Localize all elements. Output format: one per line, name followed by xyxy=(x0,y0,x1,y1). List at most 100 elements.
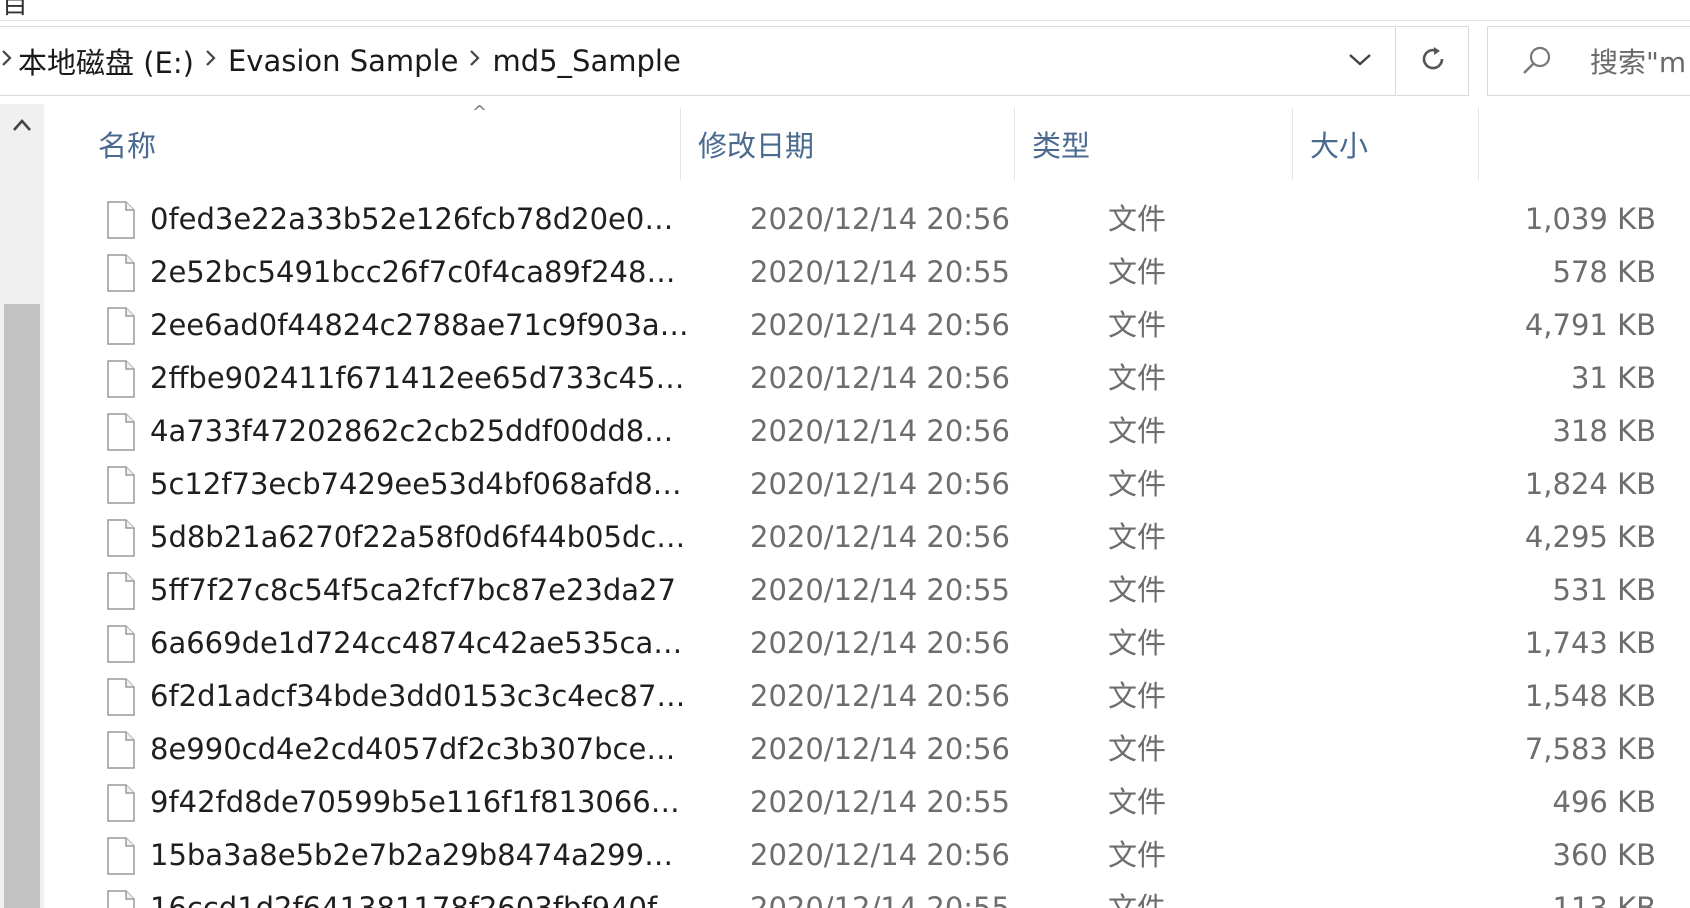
file-modified-date: 2020/12/14 20:56 xyxy=(750,414,1010,448)
file-modified-date: 2020/12/14 20:56 xyxy=(750,520,1010,554)
file-modified-date: 2020/12/14 20:56 xyxy=(750,308,1010,342)
file-modified-date: 2020/12/14 20:56 xyxy=(750,626,1010,660)
column-header-date-label: 修改日期 xyxy=(698,129,815,163)
file-modified-date: 2020/12/14 20:56 xyxy=(750,679,1010,713)
column-header-type-label: 类型 xyxy=(1032,129,1091,163)
file-row[interactable]: 8e990cd4e2cd4057df2c3b307bce489a 2020/12/… xyxy=(80,723,1656,776)
file-icon xyxy=(106,201,136,239)
search-input[interactable]: 搜索"m xyxy=(1487,26,1690,96)
file-modified-date: 2020/12/14 20:55 xyxy=(750,573,1010,607)
column-header-date[interactable]: 修改日期 xyxy=(680,108,1014,180)
file-type: 文件 xyxy=(1108,202,1167,236)
file-row[interactable]: 4a733f47202862c2cb25ddf00dd89513 2020/12/… xyxy=(80,405,1656,458)
file-size: 1,824 KB xyxy=(1524,467,1656,501)
file-size: 1,548 KB xyxy=(1524,679,1656,713)
file-modified-date: 2020/12/14 20:56 xyxy=(750,361,1010,395)
column-divider[interactable] xyxy=(1478,108,1479,180)
file-type: 文件 xyxy=(1108,308,1167,342)
file-row[interactable]: 2e52bc5491bcc26f7c0f4ca89f248c1e 2020/12/… xyxy=(80,246,1656,299)
file-size: 318 KB xyxy=(1552,414,1656,448)
file-row[interactable]: 5d8b21a6270f22a58f0d6f44b05dc7b4 2020/12/… xyxy=(80,511,1656,564)
file-name[interactable]: 2ee6ad0f44824c2788ae71c9f903aeee xyxy=(150,299,690,352)
file-row[interactable]: 2ffbe902411f671412ee65d733c456d1 2020/12/… xyxy=(80,352,1656,405)
refresh-icon xyxy=(1418,44,1448,78)
file-row[interactable]: 5c12f73ecb7429ee53d4bf068afd883d 2020/12/… xyxy=(80,458,1656,511)
file-size: 4,295 KB xyxy=(1524,520,1656,554)
file-name[interactable]: 4a733f47202862c2cb25ddf00dd89513 xyxy=(150,405,690,458)
title-fragment: 目 xyxy=(2,0,29,20)
file-row[interactable]: 6f2d1adcf34bde3dd0153c3c4ec87e0f 2020/12/… xyxy=(80,670,1656,723)
file-icon xyxy=(106,519,136,557)
file-row[interactable]: 6a669de1d724cc4874c42ae535ca892d 2020/12/… xyxy=(80,617,1656,670)
breadcrumb-item-drive[interactable]: 本地磁盘 (E:) xyxy=(14,40,198,82)
file-type: 文件 xyxy=(1108,626,1167,660)
breadcrumb-item-md5-sample[interactable]: md5_Sample xyxy=(488,44,684,78)
file-name[interactable]: 5c12f73ecb7429ee53d4bf068afd883d xyxy=(150,458,690,511)
address-dropdown-button[interactable] xyxy=(1325,27,1395,95)
file-icon xyxy=(106,625,136,663)
search-icon xyxy=(1520,44,1560,78)
file-type: 文件 xyxy=(1108,679,1167,713)
file-name[interactable]: 6a669de1d724cc4874c42ae535ca892d xyxy=(150,617,690,670)
file-size: 578 KB xyxy=(1552,255,1656,289)
file-type: 文件 xyxy=(1108,255,1167,289)
file-row[interactable]: 15ba3a8e5b2e7b2a29b8474a299352... 2020/12… xyxy=(80,829,1656,882)
file-size: 531 KB xyxy=(1552,573,1656,607)
file-modified-date: 2020/12/14 20:56 xyxy=(750,467,1010,501)
file-type: 文件 xyxy=(1108,838,1167,872)
file-name[interactable]: 2e52bc5491bcc26f7c0f4ca89f248c1e xyxy=(150,246,690,299)
file-type: 文件 xyxy=(1108,891,1167,908)
file-row[interactable]: 9f42fd8de70599b5e116f1f813066ee6 2020/12/… xyxy=(80,776,1656,829)
chevron-right-icon[interactable] xyxy=(198,48,224,74)
file-name[interactable]: 5d8b21a6270f22a58f0d6f44b05dc7b4 xyxy=(150,511,690,564)
file-row[interactable]: 0fed3e22a33b52e126fcb78d20e0bde3 2020/12/… xyxy=(80,193,1656,246)
sort-ascending-icon: ^ xyxy=(472,102,488,123)
file-type: 文件 xyxy=(1108,520,1167,554)
file-name[interactable]: 6f2d1adcf34bde3dd0153c3c4ec87e0f xyxy=(150,670,690,723)
column-header-size[interactable]: 大小 xyxy=(1292,108,1478,180)
file-name[interactable]: 0fed3e22a33b52e126fcb78d20e0bde3 xyxy=(150,193,690,246)
file-name[interactable]: 15ba3a8e5b2e7b2a29b8474a299352... xyxy=(150,829,690,882)
file-icon xyxy=(106,890,136,908)
column-header-row: 名称 ^ 修改日期 类型 大小 xyxy=(80,102,1640,180)
file-name[interactable]: 2ffbe902411f671412ee65d733c456d1 xyxy=(150,352,690,405)
chevron-right-icon[interactable] xyxy=(0,48,14,74)
file-type: 文件 xyxy=(1108,573,1167,607)
file-row[interactable]: 5ff7f27c8c54f5ca2fcf7bc87e23da27 2020/12/… xyxy=(80,564,1656,617)
scrollbar-thumb[interactable] xyxy=(4,304,40,908)
file-icon xyxy=(106,413,136,451)
file-name[interactable]: 16ccd1d2f641381178f2603fbf940f8b xyxy=(150,882,690,908)
file-size: 4,791 KB xyxy=(1524,308,1656,342)
file-row[interactable]: 2ee6ad0f44824c2788ae71c9f903aeee 2020/12/… xyxy=(80,299,1656,352)
file-name[interactable]: 8e990cd4e2cd4057df2c3b307bce489a xyxy=(150,723,690,776)
file-size: 113 KB xyxy=(1552,891,1656,908)
refresh-button[interactable] xyxy=(1397,26,1469,96)
file-name[interactable]: 5ff7f27c8c54f5ca2fcf7bc87e23da27 xyxy=(150,564,690,617)
file-size: 496 KB xyxy=(1552,785,1656,819)
address-bar[interactable]: 本地磁盘 (E:) Evasion Sample md5_Sample xyxy=(0,26,1396,96)
file-icon xyxy=(106,731,136,769)
file-size: 31 KB xyxy=(1570,361,1656,395)
file-modified-date: 2020/12/14 20:56 xyxy=(750,732,1010,766)
file-icon xyxy=(106,678,136,716)
file-size: 1,039 KB xyxy=(1524,202,1656,236)
chevron-down-icon xyxy=(1348,52,1372,71)
file-type: 文件 xyxy=(1108,361,1167,395)
file-modified-date: 2020/12/14 20:56 xyxy=(750,202,1010,236)
file-modified-date: 2020/12/14 20:55 xyxy=(750,891,1010,908)
file-icon xyxy=(106,466,136,504)
vertical-scrollbar[interactable] xyxy=(0,104,44,908)
file-type: 文件 xyxy=(1108,467,1167,501)
chevron-right-icon[interactable] xyxy=(462,48,488,74)
column-header-name[interactable]: 名称 xyxy=(80,108,680,180)
file-modified-date: 2020/12/14 20:55 xyxy=(750,785,1010,819)
title-strip: 目 xyxy=(0,0,1690,21)
file-explorer-window: 目 本地磁盘 (E:) Evasion Sample md5_Sample 搜索… xyxy=(0,0,1690,908)
file-name[interactable]: 9f42fd8de70599b5e116f1f813066ee6 xyxy=(150,776,690,829)
breadcrumb-item-evasion-sample[interactable]: Evasion Sample xyxy=(224,44,463,78)
column-header-type[interactable]: 类型 xyxy=(1014,108,1292,180)
file-row[interactable]: 16ccd1d2f641381178f2603fbf940f8b 2020/12/… xyxy=(80,882,1656,908)
scroll-up-button[interactable] xyxy=(0,104,44,148)
file-icon xyxy=(106,837,136,875)
file-modified-date: 2020/12/14 20:55 xyxy=(750,255,1010,289)
